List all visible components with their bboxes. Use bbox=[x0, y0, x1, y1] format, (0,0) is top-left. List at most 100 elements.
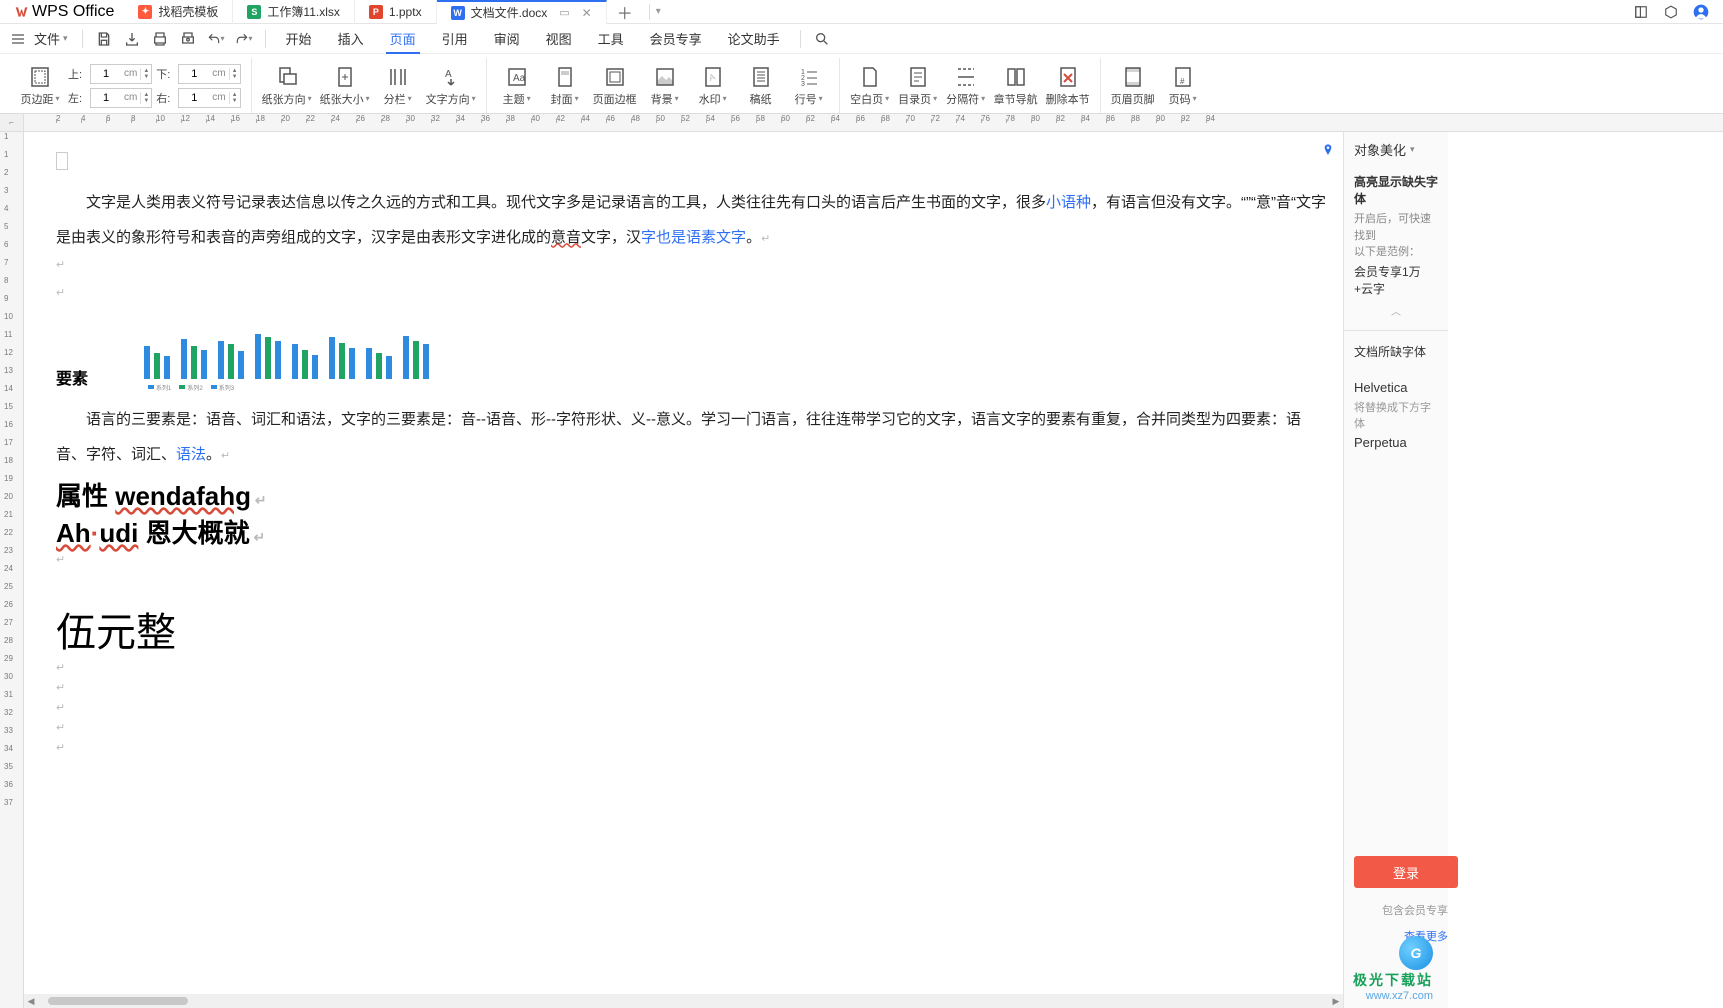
delete-section-button[interactable]: 删除本节 bbox=[1046, 65, 1090, 107]
menutab-review[interactable]: 审阅 bbox=[482, 24, 532, 54]
paragraph-1[interactable]: 文字是人类用表义符号记录表达信息以传之久远的方式和工具。现代文字多是记录语言的工… bbox=[56, 186, 1326, 255]
chevron-down-icon: ▾ bbox=[1410, 144, 1415, 155]
tab-label: 1.pptx bbox=[389, 5, 422, 19]
menutab-reference[interactable]: 引用 bbox=[430, 24, 480, 54]
paragraph-2[interactable]: 语言的三要素是：语音、词汇和语法，文字的三要素是：音--语音、形--字符形状、义… bbox=[56, 403, 1326, 472]
theme-button[interactable]: Aa主题▾ bbox=[497, 65, 537, 107]
spellcheck-word: 意音 bbox=[551, 229, 581, 246]
scroll-left-icon[interactable]: ◀ bbox=[24, 996, 38, 1007]
file-menu-button[interactable]: 文件 ▾ bbox=[28, 29, 74, 48]
embedded-chart[interactable]: 系列1系列2系列3 bbox=[138, 319, 298, 389]
panel-title[interactable]: 对象美化▾ bbox=[1354, 140, 1438, 159]
margin-bottom-spinner[interactable]: cm▲▼ bbox=[178, 64, 240, 84]
text-direction-button[interactable]: A文字方向▾ bbox=[426, 65, 476, 107]
login-button[interactable]: 登录 bbox=[1354, 856, 1458, 888]
large-text[interactable]: 伍元整 bbox=[56, 600, 1326, 658]
svg-text:Aa: Aa bbox=[513, 73, 526, 84]
page-margin-button[interactable]: 页边距▾ bbox=[20, 65, 60, 107]
margin-right-spinner[interactable]: cm▲▼ bbox=[178, 88, 240, 108]
vertical-ruler[interactable]: 1123456789101112131415161718192021222324… bbox=[0, 132, 24, 1008]
save-icon[interactable] bbox=[95, 30, 113, 48]
stepper-arrows-icon[interactable]: ▲▼ bbox=[229, 68, 240, 80]
tab-pptx[interactable]: P 1.pptx bbox=[355, 0, 437, 24]
draft-paper-button[interactable]: 稿纸 bbox=[741, 65, 781, 107]
margin-left-spinner[interactable]: cm▲▼ bbox=[90, 88, 152, 108]
page-border-button[interactable]: 页面边框 bbox=[593, 65, 637, 107]
app-brand-label: WPS Office bbox=[32, 3, 114, 21]
collapse-up-icon[interactable]: ︿ bbox=[1354, 303, 1438, 318]
stepper-arrows-icon[interactable]: ▲▼ bbox=[229, 92, 240, 104]
background-button[interactable]: 背景▾ bbox=[645, 65, 685, 107]
ribbon-group-header-footer: 页眉页脚 #页码▾ bbox=[1101, 58, 1213, 113]
margin-inputs: 上: cm▲▼ 下: cm▲▼ 左: cm▲▼ 右: cm▲▼ bbox=[68, 64, 241, 108]
add-tab-button[interactable]: ＋ bbox=[607, 0, 643, 24]
margin-top-label: 上: bbox=[68, 66, 86, 82]
header-footer-button[interactable]: 页眉页脚 bbox=[1111, 65, 1155, 107]
stepper-arrows-icon[interactable]: ▲▼ bbox=[140, 92, 151, 104]
tab-templates[interactable]: ✦ 找稻壳模板 bbox=[124, 0, 233, 24]
section-title[interactable]: 要素 bbox=[56, 365, 88, 389]
menutab-insert[interactable]: 插入 bbox=[326, 24, 376, 54]
cover-button[interactable]: 封面▾ bbox=[545, 65, 585, 107]
missing-font-2[interactable]: Perpetua bbox=[1354, 431, 1438, 454]
columns-button[interactable]: 分栏▾ bbox=[378, 65, 418, 107]
margin-right-input[interactable] bbox=[179, 92, 209, 104]
para-mark: ↵ bbox=[56, 702, 65, 714]
redo-icon[interactable]: ▾ bbox=[235, 30, 253, 48]
watermark-button[interactable]: A水印▾ bbox=[693, 65, 733, 107]
file-label: 文件 bbox=[34, 29, 60, 48]
user-avatar-icon[interactable] bbox=[1693, 4, 1709, 20]
margin-top-input[interactable] bbox=[91, 68, 121, 80]
export-icon[interactable] bbox=[123, 30, 141, 48]
margin-left-input[interactable] bbox=[91, 92, 121, 104]
window-layout-icon[interactable] bbox=[1633, 4, 1649, 20]
window-box-icon[interactable] bbox=[1663, 4, 1679, 20]
stepper-arrows-icon[interactable]: ▲▼ bbox=[140, 68, 151, 80]
orientation-button[interactable]: 纸张方向▾ bbox=[262, 65, 312, 107]
margin-top-spinner[interactable]: cm▲▼ bbox=[90, 64, 152, 84]
link-grammar[interactable]: 语法 bbox=[176, 446, 206, 463]
line-number-button[interactable]: 123行号▾ bbox=[789, 65, 829, 107]
blank-page-button[interactable]: 空白页▾ bbox=[850, 65, 890, 107]
heading-line2[interactable]: Ah·udi 恩大概就 ↵ bbox=[56, 513, 1326, 550]
print-preview-icon[interactable] bbox=[179, 30, 197, 48]
example-text: 会员专享1万+云字 bbox=[1354, 263, 1438, 297]
separator-button[interactable]: 分隔符▾ bbox=[946, 65, 986, 107]
menutab-vip[interactable]: 会员专享 bbox=[638, 24, 714, 54]
margin-left-label: 左: bbox=[68, 90, 86, 106]
tab-overflow-icon[interactable]: ▾ bbox=[656, 6, 661, 17]
toc-page-button[interactable]: 目录页▾ bbox=[898, 65, 938, 107]
tab-minimize-icon[interactable]: ▭ bbox=[559, 6, 569, 19]
menutab-thesis[interactable]: 论文助手 bbox=[716, 24, 792, 54]
menutab-tools[interactable]: 工具 bbox=[586, 24, 636, 54]
paper-size-button[interactable]: 纸张大小▾ bbox=[320, 65, 370, 107]
menutab-view[interactable]: 视图 bbox=[534, 24, 584, 54]
menutab-page[interactable]: 页面 bbox=[378, 24, 428, 54]
link-small-language[interactable]: 小语种 bbox=[1046, 194, 1091, 211]
missing-font-1[interactable]: Helvetica bbox=[1354, 376, 1438, 399]
scrollbar-thumb[interactable] bbox=[48, 997, 188, 1005]
search-icon[interactable] bbox=[813, 30, 831, 48]
scroll-right-icon[interactable]: ▶ bbox=[1329, 996, 1343, 1007]
hamburger-icon[interactable] bbox=[10, 31, 26, 47]
tab-close-icon[interactable]: ✕ bbox=[582, 6, 592, 20]
margin-bottom-input[interactable] bbox=[179, 68, 209, 80]
link-morpheme[interactable]: 字也是语素文字 bbox=[641, 229, 746, 246]
page-number-button[interactable]: #页码▾ bbox=[1163, 65, 1203, 107]
document-scroll-area[interactable]: 文字是人类用表义符号记录表达信息以传之久远的方式和工具。现代文字多是记录语言的工… bbox=[24, 132, 1343, 1008]
document-page[interactable]: 文字是人类用表义符号记录表达信息以传之久远的方式和工具。现代文字多是记录语言的工… bbox=[56, 152, 1326, 1002]
para-mark: ↵ bbox=[56, 682, 65, 694]
undo-icon[interactable]: ▾ bbox=[207, 30, 225, 48]
tab-xlsx[interactable]: S 工作簿11.xlsx bbox=[233, 0, 354, 24]
docx-icon: W bbox=[451, 6, 465, 20]
see-more-link[interactable]: 查看更多 bbox=[1404, 928, 1448, 944]
menutab-start[interactable]: 开始 bbox=[274, 24, 324, 54]
para-mark: ↵ bbox=[56, 722, 65, 734]
horizontal-scrollbar[interactable]: ◀ ▶ bbox=[24, 994, 1343, 1008]
heading-attributes[interactable]: 属性 wendafahg ↵ bbox=[56, 476, 1326, 513]
section-row: 要素 系列1系列2系列3 bbox=[56, 319, 1326, 389]
chapter-nav-button[interactable]: 章节导航 bbox=[994, 65, 1038, 107]
horizontal-ruler[interactable]: ⌐ 24681012141618202224262830323436384042… bbox=[0, 114, 1723, 132]
print-icon[interactable] bbox=[151, 30, 169, 48]
tab-docx[interactable]: W 文档文件.docx ▭ ✕ bbox=[437, 0, 607, 24]
